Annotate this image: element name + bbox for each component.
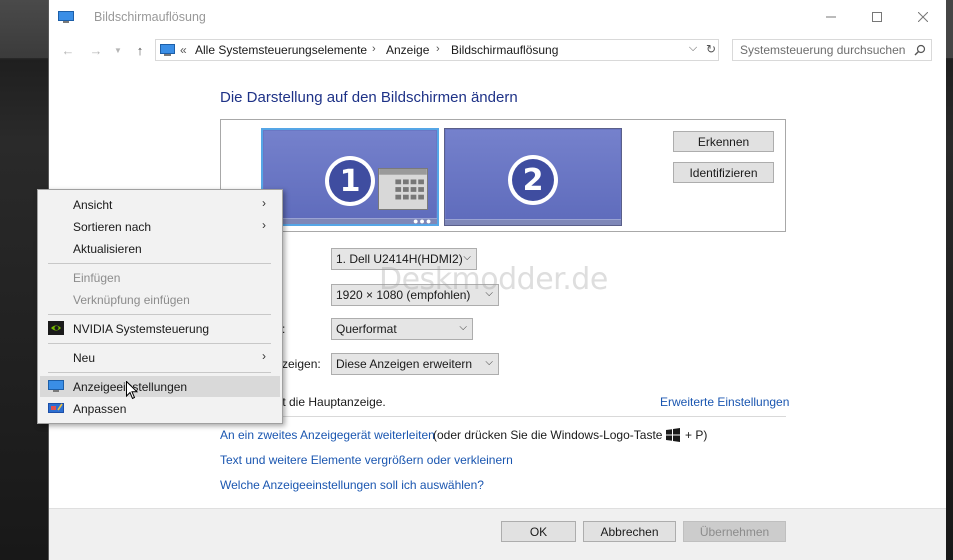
- more-dots-icon: ●●●: [413, 216, 433, 226]
- menu-separator: [48, 372, 271, 373]
- desktop-strip-left: [0, 0, 48, 58]
- monitor-taskbar: [263, 218, 437, 224]
- forward-button[interactable]: →: [85, 40, 107, 60]
- which-settings-link[interactable]: Welche Anzeigeeinstellungen soll ich aus…: [220, 478, 484, 492]
- apply-button[interactable]: Übernehmen: [683, 521, 786, 542]
- menu-item-label: Sortieren nach: [73, 220, 152, 234]
- main-display-text: eit die Hauptanzeige.: [273, 395, 386, 409]
- menu-item-sort-by[interactable]: Sortieren nach ›: [40, 216, 280, 237]
- nvidia-icon: [48, 321, 64, 335]
- menu-separator: [48, 314, 271, 315]
- display-settings-icon: [48, 380, 64, 392]
- monitor-number: 1: [329, 160, 371, 202]
- app-grid-icon: [378, 168, 428, 210]
- maximize-button[interactable]: [854, 0, 900, 34]
- dialog-button-bar: OK Abbrechen Übernehmen: [49, 508, 946, 560]
- project-hint-key: + P): [685, 428, 708, 442]
- search-input[interactable]: Systemsteuerung durchsuchen: [732, 39, 932, 61]
- chevron-right-icon: ›: [262, 196, 266, 210]
- monitor-icon: [58, 11, 74, 23]
- personalize-icon: [48, 403, 64, 413]
- menu-item-display-settings[interactable]: Anzeigeeinstellungen: [40, 376, 280, 397]
- monitor-1[interactable]: 1 ●●●: [261, 128, 439, 226]
- multiple-displays-select-value: Diese Anzeigen erweitern: [336, 357, 473, 371]
- chevron-right-icon: ›: [262, 349, 266, 363]
- navigation-row: ← → ▼ ↑ « Alle Systemsteuerungselemente …: [49, 34, 946, 66]
- menu-item-label: Verknüpfung einfügen: [73, 293, 190, 307]
- breadcrumb-separator-icon[interactable]: ›: [372, 43, 376, 55]
- breadcrumb-all-control-panel-items[interactable]: Alle Systemsteuerungselemente: [195, 43, 367, 57]
- desktop-context-menu: Ansicht › Sortieren nach › Aktualisieren…: [37, 189, 283, 424]
- arrow-right-icon: →: [89, 42, 103, 58]
- breadcrumb-display[interactable]: Anzeige: [386, 43, 429, 57]
- menu-item-refresh[interactable]: Aktualisieren: [40, 238, 280, 259]
- address-bar[interactable]: « Alle Systemsteuerungselemente › Anzeig…: [155, 39, 719, 61]
- menu-separator: [48, 343, 271, 344]
- recent-locations-button[interactable]: ▼: [111, 40, 125, 60]
- page-title: Die Darstellung auf den Bildschirmen änd…: [220, 89, 518, 106]
- menu-item-label: Aktualisieren: [73, 242, 142, 256]
- minimize-icon: [826, 16, 836, 18]
- up-button[interactable]: ↑: [129, 40, 151, 60]
- monitor-taskbar: [445, 219, 621, 225]
- project-hint-text: (oder drücken Sie die Windows-Logo-Taste: [433, 428, 663, 442]
- monitor-number-badge: 1: [325, 156, 375, 206]
- maximize-icon: [872, 12, 882, 22]
- menu-item-label: Einfügen: [73, 271, 121, 285]
- breadcrumb-screen-resolution[interactable]: Bildschirmauflösung: [451, 43, 558, 57]
- control-panel-icon: [160, 44, 175, 56]
- mouse-cursor-icon: [126, 381, 138, 400]
- menu-separator: [48, 263, 271, 264]
- menu-item-paste[interactable]: Einfügen: [40, 267, 280, 288]
- menu-item-label: Neu: [73, 351, 96, 365]
- close-button[interactable]: [900, 0, 946, 34]
- cancel-button[interactable]: Abbrechen: [583, 521, 676, 542]
- minimize-button[interactable]: [808, 0, 854, 34]
- orientation-select[interactable]: Querformat ⌵: [331, 318, 473, 340]
- chevron-down-icon: ▼: [114, 45, 122, 55]
- text-size-link[interactable]: Text und weitere Elemente vergrößern ode…: [220, 453, 513, 467]
- breadcrumb-overflow[interactable]: «: [180, 43, 187, 57]
- multiple-displays-label: zeigen:: [282, 357, 321, 371]
- ok-button[interactable]: OK: [501, 521, 576, 542]
- orientation-select-value: Querformat: [336, 322, 397, 336]
- search-placeholder: Systemsteuerung durchsuchen: [740, 43, 906, 57]
- chevron-down-icon: ⌵: [485, 357, 493, 368]
- menu-item-nvidia-control-panel[interactable]: NVIDIA Systemsteuerung: [40, 318, 280, 339]
- chevron-down-icon[interactable]: ⌵: [686, 42, 700, 55]
- title-bar[interactable]: Bildschirmauflösung: [49, 0, 946, 34]
- chevron-down-icon: ⌵: [459, 322, 467, 333]
- close-icon: [918, 12, 928, 22]
- monitor-number: 2: [512, 159, 554, 201]
- back-button[interactable]: ←: [57, 40, 79, 60]
- menu-item-paste-shortcut[interactable]: Verknüpfung einfügen: [40, 289, 280, 310]
- watermark: Deskmodder.de: [379, 262, 608, 297]
- monitor-number-badge: 2: [508, 155, 558, 205]
- chevron-right-icon: ›: [262, 218, 266, 232]
- menu-item-new[interactable]: Neu ›: [40, 347, 280, 368]
- identify-button[interactable]: Identifizieren: [673, 162, 774, 183]
- multiple-displays-select[interactable]: Diese Anzeigen erweitern ⌵: [331, 353, 499, 375]
- breadcrumb-separator-icon[interactable]: ›: [436, 43, 440, 55]
- menu-item-view[interactable]: Ansicht ›: [40, 194, 280, 215]
- windows-logo-icon: [666, 428, 680, 442]
- menu-item-label: NVIDIA Systemsteuerung: [73, 322, 210, 336]
- menu-item-label: Ansicht: [73, 198, 113, 212]
- monitor-arrangement: 1 ●●● 2 Erkennen Identifizieren: [220, 119, 786, 232]
- arrow-up-icon: ↑: [136, 42, 144, 58]
- refresh-icon[interactable]: ↻: [704, 42, 718, 56]
- divider: [220, 416, 786, 417]
- monitor-2[interactable]: 2: [444, 128, 622, 226]
- arrow-left-icon: ←: [61, 42, 75, 58]
- menu-item-label: Anpassen: [73, 402, 127, 416]
- project-second-display-link[interactable]: An ein zweites Anzeigegerät weiterleiten: [220, 428, 435, 442]
- menu-item-personalize[interactable]: Anpassen: [40, 398, 280, 419]
- search-icon: [914, 44, 926, 56]
- advanced-settings-link[interactable]: Erweiterte Einstellungen: [660, 395, 789, 409]
- window-title: Bildschirmauflösung: [94, 10, 206, 24]
- detect-button[interactable]: Erkennen: [673, 131, 774, 152]
